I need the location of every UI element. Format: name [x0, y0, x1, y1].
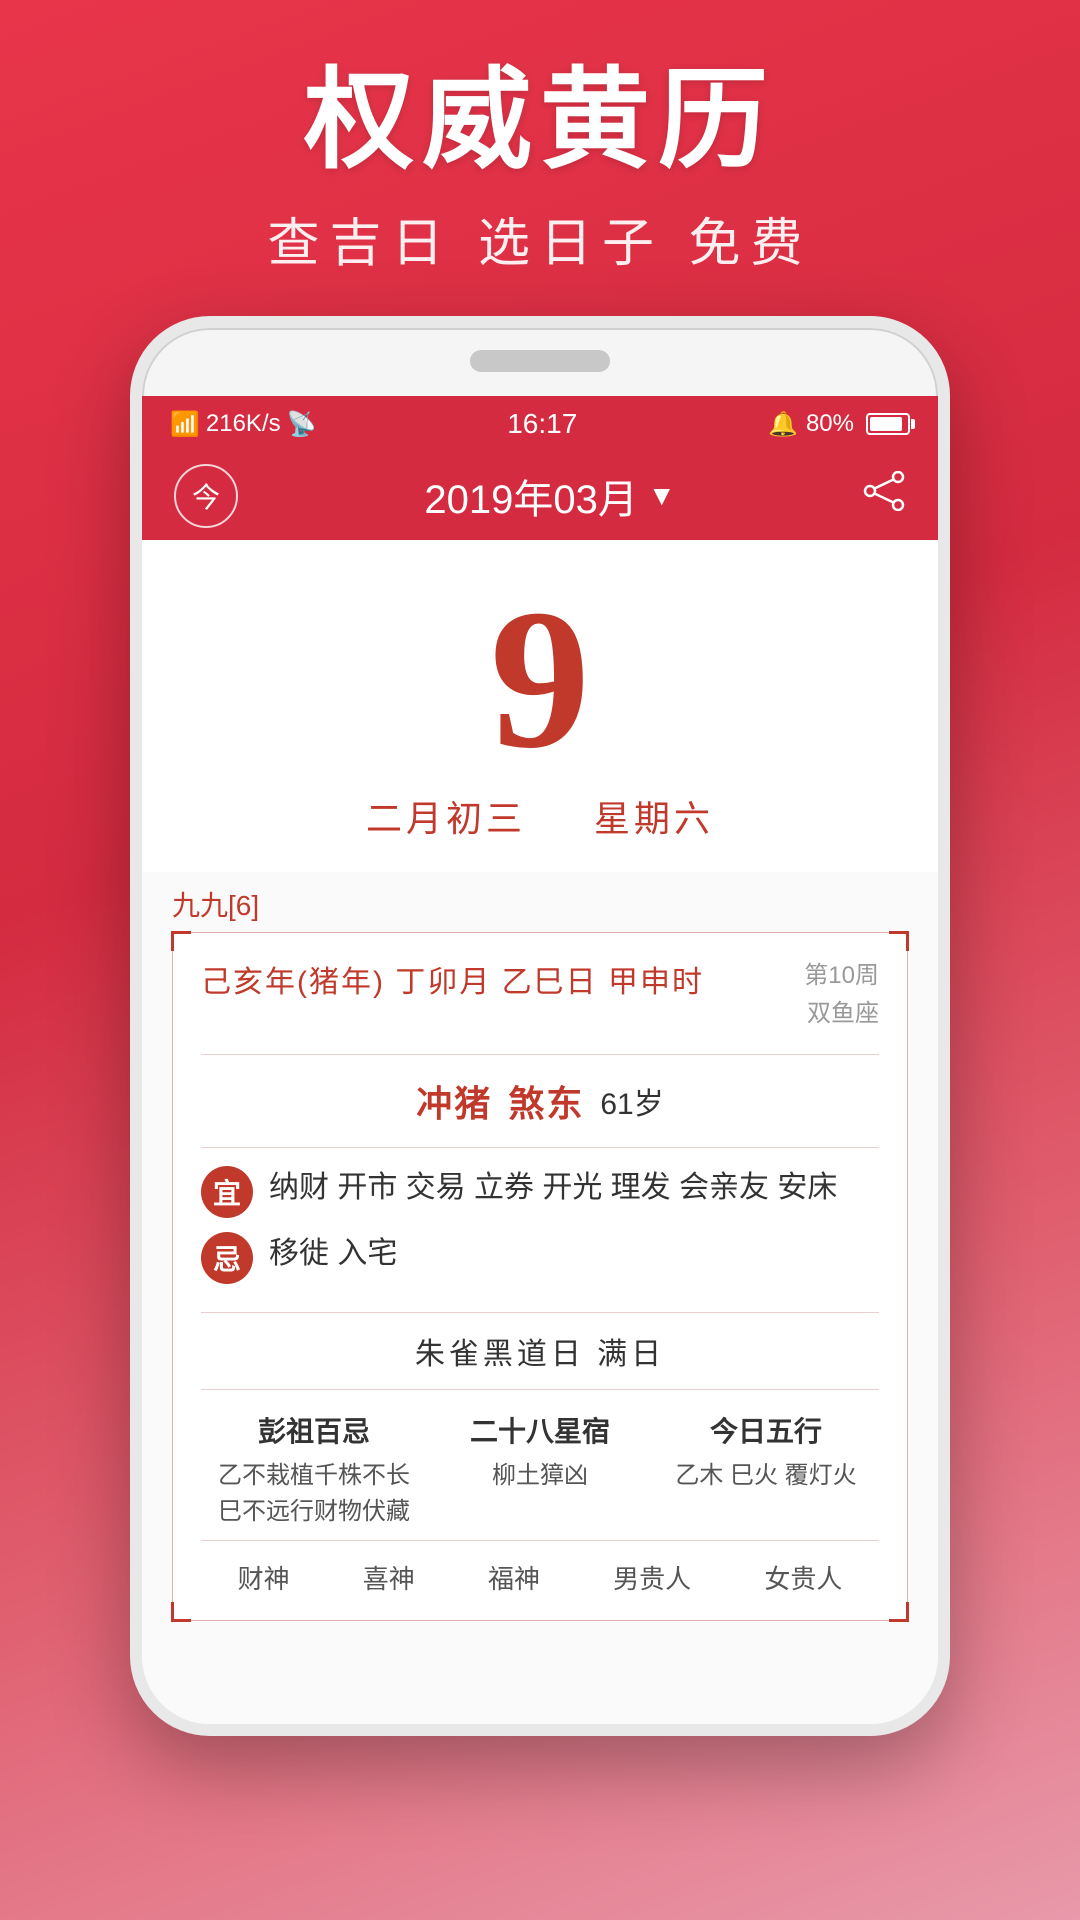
col-pengzu: 彭祖百忌 乙不栽植千株不长 巳不远行财物伏藏 — [201, 1410, 427, 1530]
sha-text: 煞东 — [508, 1075, 584, 1127]
black-day-row: 朱雀黑道日 满日 — [201, 1313, 879, 1390]
stars-content: 柳土獐凶 — [427, 1458, 653, 1494]
chong-age: 61岁 — [600, 1079, 663, 1123]
nine-nine-label: 九九[6] — [172, 872, 908, 932]
pengzu-line1: 乙不栽植千株不长 — [201, 1458, 427, 1494]
god-nanguiren: 男贵人 — [613, 1559, 691, 1596]
stars-title: 二十八星宿 — [427, 1410, 653, 1450]
yi-content: 纳财 开市 交易 立券 开光 理发 会亲友 安床 — [269, 1164, 879, 1212]
battery-percent: 80% — [806, 410, 854, 438]
almanac-card: 己亥年(猪年) 丁卯月 乙巳日 甲申时 第10周 双鱼座 冲猪 煞东 61岁 宜 — [172, 932, 908, 1621]
ji-badge: 忌 — [201, 1232, 253, 1284]
col-stars: 二十八星宿 柳土獐凶 — [427, 1410, 653, 1530]
zodiac: 双鱼座 — [804, 995, 879, 1033]
today-button-label: 今 — [192, 476, 220, 516]
col-wuxing: 今日五行 乙木 巳火 覆灯火 — [653, 1410, 879, 1530]
weekday: 星期六 — [594, 798, 714, 839]
month-display: 2019年03月 — [424, 467, 637, 525]
month-selector[interactable]: 2019年03月 ▼ — [424, 467, 675, 525]
day-number: 9 — [490, 580, 590, 780]
status-time: 16:17 — [507, 408, 577, 440]
lunar-date: 二月初三 — [366, 798, 526, 839]
sub-title: 查吉日 选日子 免费 — [0, 201, 1080, 276]
chong-row: 冲猪 煞东 61岁 — [201, 1055, 879, 1148]
main-title: 权威黄历 — [0, 60, 1080, 181]
main-content: 9 二月初三 星期六 九九[6] 己亥年(猪年) 丁卯月 乙巳日 甲申时 第10… — [142, 540, 938, 1724]
phone-speaker — [470, 350, 610, 372]
corner-br — [889, 1602, 909, 1622]
share-button[interactable] — [862, 471, 906, 521]
ji-content: 移徙 入宅 — [269, 1230, 879, 1278]
ganzhi-row: 己亥年(猪年) 丁卯月 乙巳日 甲申时 第10周 双鱼座 — [201, 957, 879, 1055]
week-zodiac: 第10周 双鱼座 — [804, 957, 879, 1034]
corner-bl — [171, 1602, 191, 1622]
today-button[interactable]: 今 — [174, 464, 238, 528]
god-nvguiren: 女贵人 — [764, 1559, 842, 1596]
status-left: 📶 216K/s 📡 — [170, 410, 317, 439]
date-display: 9 二月初三 星期六 — [142, 540, 938, 872]
battery-icon — [866, 413, 910, 435]
corner-tr — [889, 931, 909, 951]
week-number: 第10周 — [804, 957, 879, 995]
yi-badge: 宜 — [201, 1166, 253, 1218]
app-header: 今 2019年03月 ▼ — [142, 452, 938, 540]
chevron-down-icon: ▼ — [648, 480, 676, 512]
spacer — [540, 798, 580, 839]
status-bar: 📶 216K/s 📡 16:17 🔔 80% — [142, 396, 938, 452]
lunar-weekday: 二月初三 星期六 — [366, 790, 714, 842]
ji-row: 忌 移徙 入宅 — [201, 1230, 879, 1284]
pengzu-line2: 巳不远行财物伏藏 — [201, 1494, 427, 1530]
status-right: 🔔 80% — [768, 410, 910, 439]
gods-row: 财神 喜神 福神 男贵人 女贵人 — [201, 1541, 879, 1596]
chong-text: 冲猪 — [416, 1075, 492, 1127]
data-speed: 216K/s — [206, 410, 281, 438]
god-xishen: 喜神 — [363, 1559, 415, 1596]
info-section: 九九[6] 己亥年(猪年) 丁卯月 乙巳日 甲申时 第10周 双鱼座 冲猪 — [142, 872, 938, 1724]
ganzhi-text: 己亥年(猪年) 丁卯月 乙巳日 甲申时 — [201, 957, 704, 1001]
alarm-icon: 🔔 — [768, 410, 798, 439]
top-section: 权威黄历 查吉日 选日子 免费 — [0, 0, 1080, 316]
pengzu-title: 彭祖百忌 — [201, 1410, 427, 1450]
yi-ji-section: 宜 纳财 开市 交易 立券 开光 理发 会亲友 安床 忌 移徙 入宅 — [201, 1148, 879, 1313]
wifi-icon: 📡 — [287, 410, 317, 439]
wuxing-content: 乙木 巳火 覆灯火 — [653, 1458, 879, 1494]
three-cols: 彭祖百忌 乙不栽植千株不长 巳不远行财物伏藏 二十八星宿 柳土獐凶 今日五行 乙… — [201, 1390, 879, 1541]
corner-tl — [171, 931, 191, 951]
wuxing-title: 今日五行 — [653, 1410, 879, 1450]
phone-frame: 📶 216K/s 📡 16:17 🔔 80% 今 2019年03月 ▼ — [130, 316, 950, 1736]
yi-row: 宜 纳财 开市 交易 立券 开光 理发 会亲友 安床 — [201, 1164, 879, 1218]
battery-fill — [870, 417, 902, 431]
god-fushen: 福神 — [488, 1559, 540, 1596]
god-caishen: 财神 — [238, 1559, 290, 1596]
signal-icon: 📶 — [170, 410, 200, 439]
